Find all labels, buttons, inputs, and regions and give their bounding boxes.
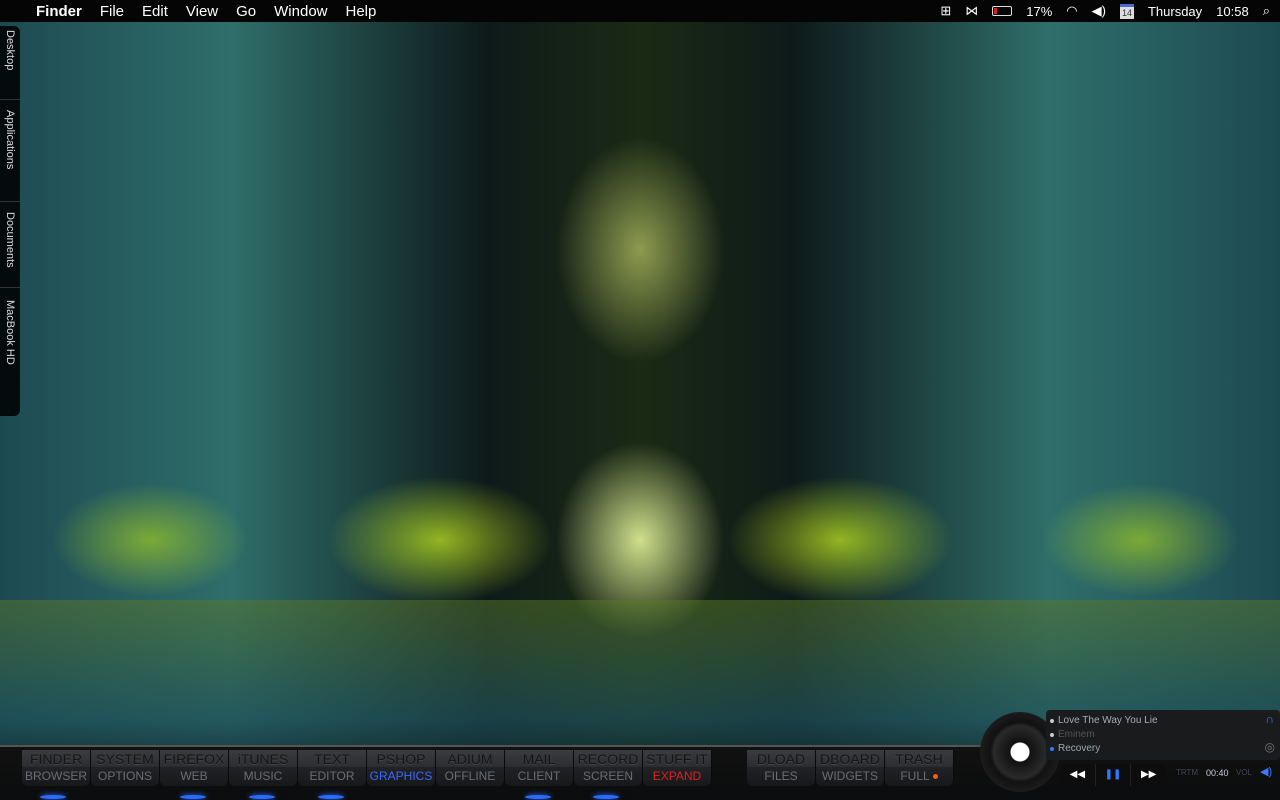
spotlight-search-icon[interactable]: ⌕ xyxy=(1263,3,1270,19)
dock-button-subtitle: FILES xyxy=(764,769,798,783)
dock-button-finder[interactable]: FINDER BROWSER xyxy=(22,750,91,786)
spaces-icon[interactable]: ⊞ xyxy=(940,3,951,19)
running-indicator xyxy=(318,795,344,799)
dock-button-title: STUFF IT xyxy=(643,750,711,767)
menu-window[interactable]: Window xyxy=(265,3,336,20)
dock-button-subtitle: FULL xyxy=(885,767,953,785)
dock-button-title: RECORD xyxy=(574,750,642,767)
menu-bar: Finder File Edit View Go Window Help ⊞ ⋈… xyxy=(0,0,1280,22)
dock-button-subtitle: CLIENT xyxy=(517,769,561,783)
trash-full-dot-icon xyxy=(932,774,938,780)
dock-button-title: DBOARD xyxy=(816,750,884,767)
dock-button-title: ADIUM xyxy=(436,750,504,767)
dock-button-subtitle: OPTIONS xyxy=(97,769,152,783)
volume-label: VOL xyxy=(1236,768,1253,777)
dock-button-subtitle: WEB xyxy=(180,769,208,783)
pause-button[interactable]: ❚❚ xyxy=(1096,764,1132,786)
running-indicator xyxy=(180,795,206,799)
dock-button-trash[interactable]: TRASH FULL xyxy=(885,750,954,786)
sidebar-tab-desktop[interactable]: Desktop xyxy=(0,26,20,100)
dock-button-record[interactable]: RECORD SCREEN xyxy=(574,750,643,786)
dock-button-stuff-it[interactable]: STUFF IT EXPAND xyxy=(643,750,712,786)
track-info-panel: Love The Way You Lie Eminem Recovery ∩ ◎ xyxy=(1046,710,1280,760)
dock-button-title: FINDER xyxy=(22,750,90,767)
sidebar-tab-applications[interactable]: Applications xyxy=(0,106,20,202)
volume-icon[interactable]: ◀) xyxy=(1092,3,1106,19)
wifi-icon[interactable]: ◠ xyxy=(1066,3,1077,19)
dock-button-mail[interactable]: MAIL CLIENT xyxy=(505,750,574,786)
dock-button-adium[interactable]: ADIUM OFFLINE xyxy=(436,750,505,786)
running-indicator xyxy=(249,795,275,799)
time-label: TRTM xyxy=(1176,768,1199,777)
dock-button-subtitle: WIDGETS xyxy=(822,769,878,783)
elapsed-time: 00:40 xyxy=(1206,768,1229,778)
dock-button-subtitle: OFFLINE xyxy=(444,769,496,783)
dock-button-title: FIREFOX xyxy=(160,750,228,767)
dock-button-title: MAIL xyxy=(505,750,573,767)
dock-button-title: iTUNES xyxy=(229,750,297,767)
track-artist: Eminem xyxy=(1046,728,1280,742)
dock-button-dload[interactable]: DLOAD FILES xyxy=(747,750,816,786)
menu-app-finder[interactable]: Finder xyxy=(27,3,91,20)
dock-button-dboard[interactable]: DBOARD WIDGETS xyxy=(816,750,885,786)
clock-time[interactable]: 10:58 xyxy=(1216,4,1249,19)
dock-button-subtitle: EDITOR xyxy=(309,769,355,783)
dock-apps: FINDER BROWSER SYSTEM OPTIONS FIREFOX WEB iTUN… xyxy=(22,750,712,786)
growl-icon[interactable]: ⋈ xyxy=(965,3,978,19)
dock-button-firefox[interactable]: FIREFOX WEB xyxy=(160,750,229,786)
music-player-widget: Love The Way You Lie Eminem Recovery ∩ ◎… xyxy=(980,708,1280,794)
volume-speaker-icon[interactable]: ◀) xyxy=(1260,765,1272,778)
track-album: Recovery xyxy=(1046,742,1280,756)
sidebar-tab-documents[interactable]: Documents xyxy=(0,208,20,288)
menu-edit[interactable]: Edit xyxy=(133,3,177,20)
dock-button-subtitle: GRAPHICS xyxy=(369,769,433,783)
battery-percent[interactable]: 17% xyxy=(1026,4,1052,19)
sidebar-tab-macbook-hd[interactable]: MacBook HD xyxy=(0,296,20,396)
dock-button-subtitle: MUSIC xyxy=(243,769,283,783)
disc-eject-icon[interactable]: ◎ xyxy=(1265,740,1275,754)
dock-button-title: TEXT xyxy=(298,750,366,767)
running-indicator xyxy=(593,795,619,799)
headphones-icon[interactable]: ∩ xyxy=(1265,712,1274,726)
track-title: Love The Way You Lie xyxy=(1046,714,1280,728)
dock-utilities: DLOAD FILES DBOARD WIDGETS TRASH FULL xyxy=(747,750,954,786)
playback-controls: ◀◀ ❚❚ ▶▶ xyxy=(1060,764,1166,786)
dock-button-title: PSHOP xyxy=(367,750,435,767)
dock-button-title: SYSTEM xyxy=(91,750,159,767)
running-indicator xyxy=(525,795,551,799)
dock-button-subtitle: EXPAND xyxy=(652,769,702,783)
battery-icon[interactable] xyxy=(992,6,1013,16)
clock-day[interactable]: Thursday xyxy=(1148,4,1202,19)
menu-view[interactable]: View xyxy=(177,3,227,20)
previous-button[interactable]: ◀◀ xyxy=(1060,764,1096,786)
dock-button-title: DLOAD xyxy=(747,750,815,767)
dock-button-title: TRASH xyxy=(885,750,953,767)
dock-button-itunes[interactable]: iTUNES MUSIC xyxy=(229,750,298,786)
menu-file[interactable]: File xyxy=(91,3,133,20)
stack-sidebar: Desktop Applications Documents MacBook H… xyxy=(0,26,20,416)
calendar-icon[interactable]: 14 xyxy=(1119,3,1134,19)
menu-help[interactable]: Help xyxy=(337,3,386,20)
dock-button-subtitle: BROWSER xyxy=(24,769,87,783)
dock-button-text[interactable]: TEXT EDITOR xyxy=(298,750,367,786)
menu-go[interactable]: Go xyxy=(227,3,265,20)
next-button[interactable]: ▶▶ xyxy=(1131,764,1166,786)
dock-button-subtitle: SCREEN xyxy=(582,769,633,783)
dock-button-pshop[interactable]: PSHOP GRAPHICS xyxy=(367,750,436,786)
running-indicator xyxy=(40,795,66,799)
dock-button-system[interactable]: SYSTEM OPTIONS xyxy=(91,750,160,786)
